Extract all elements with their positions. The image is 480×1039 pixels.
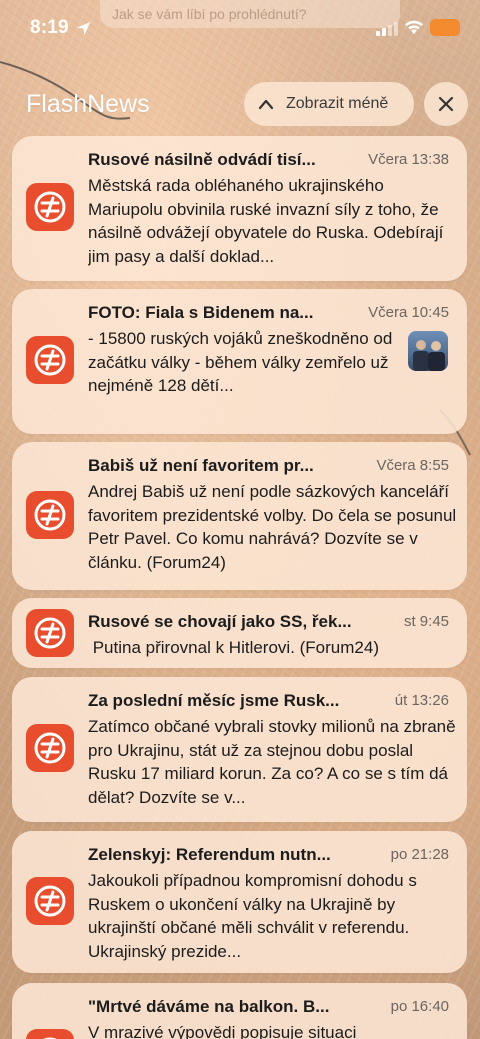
notification-card[interactable]: Zelenskyj: Referendum nutn... po 21:28 J… xyxy=(12,831,467,973)
notification-time: Včera 13:38 xyxy=(368,151,449,168)
close-icon xyxy=(438,96,454,112)
notification-title: Za poslední měsíc jsme Rusk... xyxy=(88,691,340,710)
show-less-button[interactable]: Zobrazit méně xyxy=(244,82,414,126)
notification-card[interactable]: "Mrtvé dáváme na balkon. B... po 16:40 V… xyxy=(12,983,467,1039)
wifi-icon xyxy=(405,20,423,34)
notification-title: Zelenskyj: Referendum nutn... xyxy=(88,845,331,864)
notification-body: Zatímco občané vybrali stovky milionů na… xyxy=(88,717,456,807)
chevron-up-icon xyxy=(258,99,274,110)
notification-time: Včera 10:45 xyxy=(368,304,449,321)
notification-title: Rusové se chovají jako SS, řek... xyxy=(88,612,352,631)
notification-body: Putina přirovnal k Hitlerovi. (Forum24) xyxy=(88,638,379,657)
notification-card[interactable]: Za poslední měsíc jsme Rusk... út 13:26 … xyxy=(12,677,467,822)
notification-thumbnail xyxy=(408,331,448,371)
notification-body: Městská rada obléhaného ukrajinského Mar… xyxy=(88,176,444,266)
notification-time: po 16:40 xyxy=(390,998,449,1015)
faded-banner: Jak se vám líbí po prohlédnutí? xyxy=(100,0,400,28)
notification-body: - 15800 ruských vojáků zneškodněno od za… xyxy=(88,329,393,395)
flashnews-app-icon xyxy=(26,724,74,772)
notification-time: út 13:26 xyxy=(394,692,449,709)
notification-body: V mrazivé výpovědi popisuje situaci xyxy=(88,1023,357,1039)
close-button[interactable] xyxy=(424,82,468,126)
notification-title: Rusové násilně odvádí tisí... xyxy=(88,150,316,169)
flashnews-app-icon xyxy=(26,877,74,925)
notification-card[interactable]: Rusové násilně odvádí tisí... Včera 13:3… xyxy=(12,136,467,281)
status-bar: Jak se vám líbí po prohlédnutí? 8:19 xyxy=(0,0,480,58)
notification-body: Jakoukoli případnou kompromisní dohodu s… xyxy=(88,871,417,961)
notification-time: po 21:28 xyxy=(390,846,449,863)
notification-title: "Mrtvé dáváme na balkon. B... xyxy=(88,997,330,1016)
notification-card[interactable]: FOTO: Fiala s Bidenem na... Včera 10:45 … xyxy=(12,289,467,434)
app-group-title: FlashNews xyxy=(26,90,150,118)
location-arrow-icon xyxy=(76,21,91,36)
notification-title: FOTO: Fiala s Bidenem na... xyxy=(88,303,314,322)
flashnews-app-icon xyxy=(26,1029,74,1039)
show-less-label: Zobrazit méně xyxy=(286,95,389,112)
cellular-signal-icon xyxy=(376,22,398,36)
status-time: 8:19 xyxy=(30,17,69,38)
flashnews-app-icon xyxy=(26,336,74,384)
notification-time: Včera 8:55 xyxy=(376,457,449,474)
notification-card[interactable]: Babiš už není favoritem pr... Včera 8:55… xyxy=(12,442,467,590)
flashnews-app-icon xyxy=(26,491,74,539)
notification-body: Andrej Babiš už není podle sázkových kan… xyxy=(88,482,457,572)
flashnews-app-icon xyxy=(26,609,74,657)
notification-card[interactable]: Rusové se chovají jako SS, řek... st 9:4… xyxy=(12,598,467,668)
notification-time: st 9:45 xyxy=(403,613,449,630)
battery-icon xyxy=(430,19,460,36)
notification-title: Babiš už není favoritem pr... xyxy=(88,456,314,475)
flashnews-app-icon xyxy=(26,183,74,231)
